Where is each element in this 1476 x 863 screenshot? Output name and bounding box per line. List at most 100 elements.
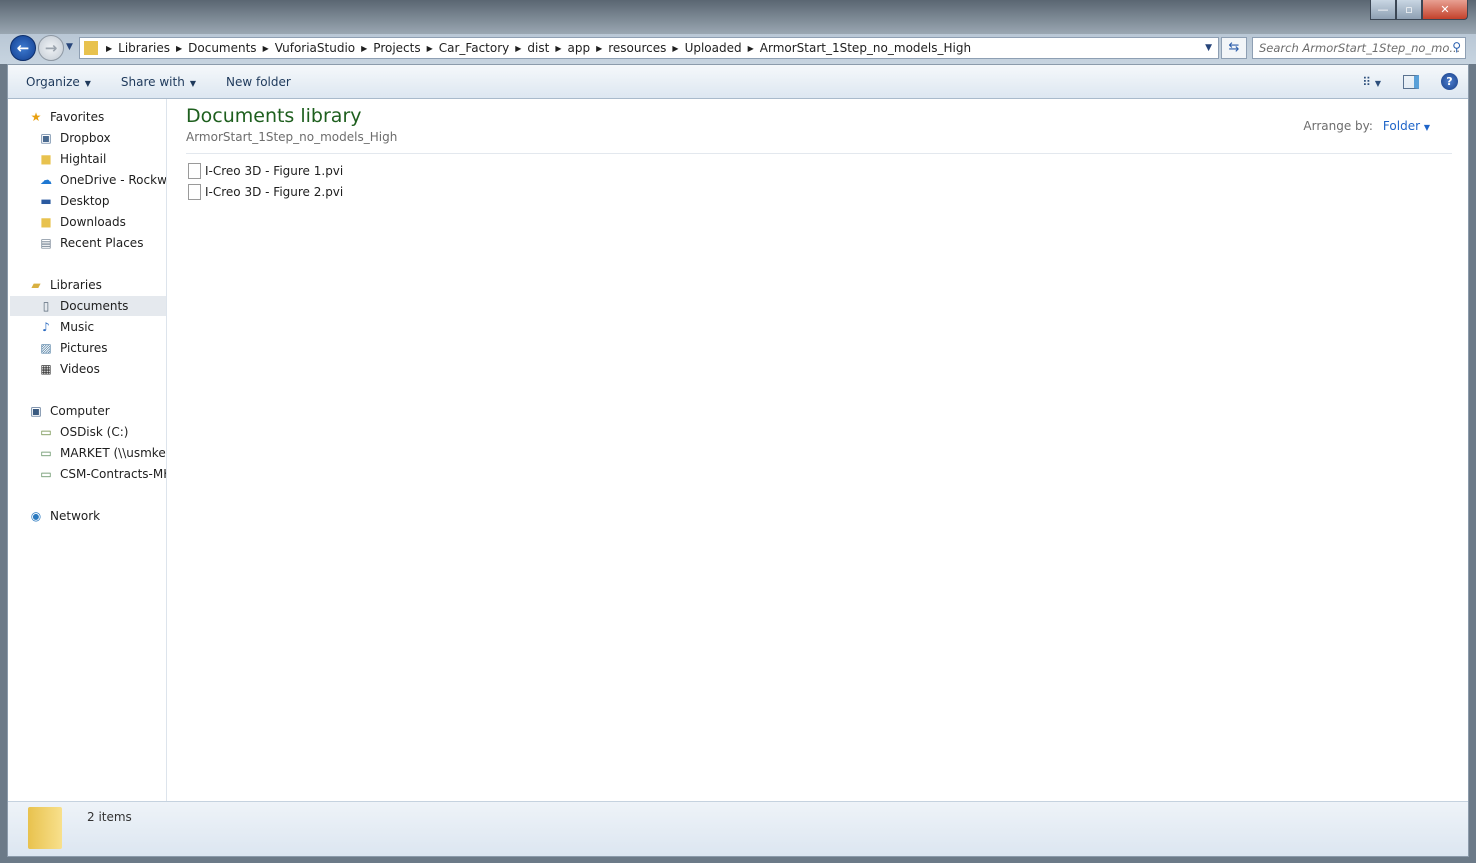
breadcrumb-item[interactable]: Libraries bbox=[114, 41, 174, 55]
sidebar-item[interactable]: ▨ Pictures bbox=[38, 338, 108, 358]
breadcrumb-separator[interactable]: ▶ bbox=[359, 44, 369, 53]
folder-icon bbox=[28, 807, 62, 849]
sidebar-item[interactable]: ▤ Recent Places bbox=[38, 233, 143, 253]
preview-pane-button[interactable] bbox=[1403, 74, 1419, 89]
sidebar-item[interactable]: ▭ CSM-Contracts-MKE bbox=[38, 464, 167, 484]
organize-label: Organize bbox=[26, 74, 80, 89]
breadcrumb-item[interactable]: app bbox=[564, 41, 595, 55]
search-placeholder: Search ArmorStart_1Step_no_mo... bbox=[1259, 41, 1461, 55]
dropbox-icon: ▣ bbox=[40, 131, 52, 145]
recent-pages-dropdown[interactable]: ▼ bbox=[66, 42, 73, 52]
folder-icon: ■ bbox=[40, 152, 52, 166]
minimize-button[interactable]: — bbox=[1370, 0, 1396, 20]
sidebar-item[interactable]: ▭ MARKET (\\usmkevf bbox=[38, 443, 167, 463]
sidebar-item[interactable]: ▰ Libraries bbox=[28, 275, 102, 295]
document-icon: ▯ bbox=[42, 299, 50, 313]
navigation-pane: ★ Favorites ▣ Dropbox ■ Hightail ☁ OneDrive - R… bbox=[8, 99, 167, 802]
page-subtitle: ArmorStart_1Step_no_models_High bbox=[186, 130, 398, 144]
sidebar-item[interactable]: ☁ OneDrive - Rockwell bbox=[38, 170, 167, 190]
sidebar-item-label: Recent Places bbox=[60, 236, 144, 250]
arrange-by[interactable]: Arrange by: Folder ▼ bbox=[1303, 119, 1430, 133]
breadcrumb-separator[interactable]: ▶ bbox=[553, 44, 563, 53]
breadcrumb-item[interactable]: ArmorStart_1Step_no_models_High bbox=[756, 41, 975, 55]
sidebar-item-label: CSM-Contracts-MKE bbox=[60, 467, 167, 481]
sidebar-item[interactable]: ▬ Desktop bbox=[38, 191, 110, 211]
sidebar-item-label: Music bbox=[60, 320, 95, 334]
details-pane: 2 items bbox=[8, 801, 1468, 856]
breadcrumb-item[interactable]: Documents bbox=[184, 41, 260, 55]
sidebar-item-label: Downloads bbox=[60, 215, 126, 229]
sidebar-item-label: Computer bbox=[50, 404, 110, 418]
sidebar-item-label: Desktop bbox=[60, 194, 110, 208]
sidebar-item-label: Videos bbox=[60, 362, 100, 376]
videos-icon: ▦ bbox=[40, 362, 52, 376]
breadcrumb-separator[interactable]: ▶ bbox=[594, 44, 604, 53]
sidebar-item[interactable]: ◉ Network bbox=[28, 506, 100, 526]
breadcrumb-separator[interactable]: ▶ bbox=[670, 44, 680, 53]
sidebar-item-label: Favorites bbox=[50, 110, 105, 124]
arrange-value[interactable]: Folder bbox=[1383, 119, 1420, 133]
network-drive-icon: ▭ bbox=[40, 467, 52, 481]
breadcrumb-separator[interactable]: ▶ bbox=[746, 44, 756, 53]
sidebar-item-label: MARKET (\\usmkevf bbox=[60, 446, 167, 460]
breadcrumb-separator[interactable]: ▶ bbox=[104, 44, 114, 53]
file-icon bbox=[188, 184, 201, 200]
arrange-label: Arrange by: bbox=[1303, 119, 1373, 133]
breadcrumb-item[interactable]: resources bbox=[604, 41, 670, 55]
search-input[interactable]: Search ArmorStart_1Step_no_mo... ⚲ bbox=[1252, 37, 1466, 59]
divider bbox=[186, 153, 1452, 154]
sidebar-item[interactable]: ★ Favorites bbox=[28, 107, 105, 127]
breadcrumb-item[interactable]: dist bbox=[523, 41, 553, 55]
recent-icon: ▤ bbox=[40, 236, 52, 250]
folder-icon bbox=[84, 41, 98, 55]
breadcrumb-item[interactable]: VuforiaStudio bbox=[271, 41, 359, 55]
new-folder-button[interactable]: New folder bbox=[226, 75, 291, 89]
address-bar[interactable]: ▶ Libraries ▶ Documents ▶ VuforiaStudio ▶ Proje… bbox=[79, 37, 1219, 59]
address-dropdown[interactable]: ▼ bbox=[1205, 43, 1212, 53]
breadcrumb-separator[interactable]: ▶ bbox=[174, 44, 184, 53]
breadcrumb-item[interactable]: Projects bbox=[369, 41, 424, 55]
sidebar-item[interactable]: ▣ Computer bbox=[28, 401, 110, 421]
close-button[interactable]: ✕ bbox=[1422, 0, 1468, 20]
drive-icon: ▭ bbox=[40, 425, 52, 439]
sidebar-item-label: Pictures bbox=[60, 341, 108, 355]
organize-button[interactable]: Organize ▼ bbox=[26, 75, 91, 89]
breadcrumb-separator[interactable]: ▶ bbox=[425, 44, 435, 53]
help-icon[interactable]: ? bbox=[1441, 73, 1458, 90]
sidebar-item[interactable]: ▣ Dropbox bbox=[38, 128, 110, 148]
command-bar: Organize ▼ Share with ▼ New folder ⠿ ▼ ? bbox=[8, 65, 1468, 99]
share-with-label: Share with bbox=[120, 74, 185, 89]
sidebar-item[interactable]: ▯ Documents bbox=[10, 296, 166, 316]
sidebar-item-label: OneDrive - Rockwell bbox=[60, 173, 167, 187]
share-with-button[interactable]: Share with ▼ bbox=[121, 75, 196, 89]
breadcrumb-separator[interactable]: ▶ bbox=[513, 44, 523, 53]
sidebar-item[interactable]: ■ Downloads bbox=[38, 212, 126, 232]
sidebar-item-label: Libraries bbox=[50, 278, 102, 292]
maximize-button[interactable]: ▫ bbox=[1396, 0, 1422, 20]
cloud-icon: ☁ bbox=[40, 173, 52, 187]
network-drive-icon: ▭ bbox=[40, 446, 52, 460]
file-item[interactable]: I-Creo 3D - Figure 1.pvi bbox=[188, 161, 343, 181]
sidebar-item[interactable]: ▦ Videos bbox=[38, 359, 100, 379]
network-icon: ◉ bbox=[30, 509, 42, 523]
refresh-button[interactable]: ⇆ bbox=[1221, 37, 1247, 59]
sidebar-item-label: Documents bbox=[60, 299, 129, 313]
sidebar-item[interactable]: ▭ OSDisk (C:) bbox=[38, 422, 128, 442]
sidebar-item-label: OSDisk (C:) bbox=[60, 425, 129, 439]
navigation-bar: ← → ▼ ▶ Libraries ▶ Documents ▶ VuforiaStudio… bbox=[0, 34, 1476, 64]
breadcrumb-item[interactable]: Uploaded bbox=[681, 41, 746, 55]
desktop-icon: ▬ bbox=[40, 194, 52, 208]
sidebar-item[interactable]: ♪ Music bbox=[38, 317, 94, 337]
breadcrumb-item[interactable]: Car_Factory bbox=[435, 41, 514, 55]
music-icon: ♪ bbox=[42, 320, 50, 334]
breadcrumb-separator[interactable]: ▶ bbox=[261, 44, 271, 53]
sidebar-item[interactable]: ■ Hightail bbox=[38, 149, 106, 169]
search-icon[interactable]: ⚲ bbox=[1452, 40, 1461, 54]
forward-button[interactable]: → bbox=[38, 35, 64, 61]
file-item[interactable]: I-Creo 3D - Figure 2.pvi bbox=[188, 182, 343, 202]
change-view-button[interactable]: ⠿ ▼ bbox=[1362, 75, 1381, 89]
downloads-icon: ■ bbox=[40, 215, 52, 229]
file-icon bbox=[188, 163, 201, 179]
back-button[interactable]: ← bbox=[10, 35, 36, 61]
star-icon: ★ bbox=[30, 110, 42, 124]
